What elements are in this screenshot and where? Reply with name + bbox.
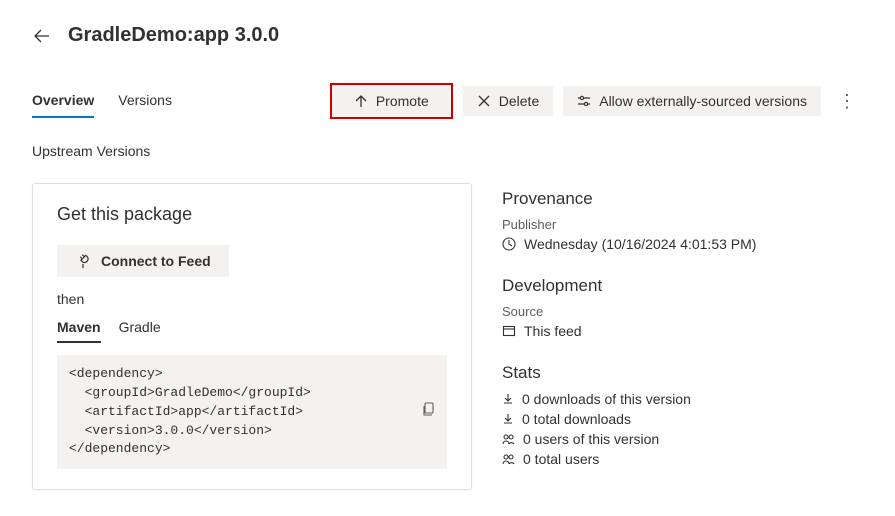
promote-button[interactable]: Promote — [330, 83, 453, 119]
tab-gradle[interactable]: Gradle — [119, 319, 161, 343]
promote-label: Promote — [376, 93, 429, 109]
copy-button[interactable] — [421, 363, 439, 381]
stats-item-downloads-version: 0 downloads of this version — [502, 391, 863, 407]
content-columns: Get this package Connect to Feed then Ma… — [32, 183, 863, 491]
source-label: Source — [502, 304, 863, 319]
stats-section: Stats 0 downloads of this version 0 tota… — [502, 363, 863, 467]
package-format-tabs: Maven Gradle — [57, 319, 447, 343]
provenance-title: Provenance — [502, 189, 863, 209]
dependency-code: <dependency> <groupId>GradleDemo</groupI… — [57, 355, 447, 469]
more-icon: ⋮ — [838, 91, 856, 112]
arrow-left-icon — [34, 28, 50, 44]
back-button[interactable] — [32, 26, 52, 46]
upstream-versions-heading: Upstream Versions — [32, 143, 863, 159]
close-icon — [477, 94, 491, 108]
plug-icon — [75, 253, 91, 269]
tab-versions[interactable]: Versions — [118, 84, 172, 118]
download-icon — [502, 393, 514, 405]
get-package-card: Get this package Connect to Feed then Ma… — [32, 183, 472, 490]
allow-external-label: Allow externally-sourced versions — [599, 93, 807, 109]
page-header: GradleDemo:app 3.0.0 — [32, 24, 863, 47]
stats-item-users-version: 0 users of this version — [502, 431, 863, 447]
development-section: Development Source This feed — [502, 276, 863, 339]
stats-item-users-total: 0 total users — [502, 451, 863, 467]
stats-list: 0 downloads of this version 0 total down… — [502, 391, 863, 467]
toolbar: Overview Versions Promote Delete — [32, 83, 863, 119]
more-button[interactable]: ⋮ — [831, 85, 863, 117]
delete-label: Delete — [499, 93, 539, 109]
tab-maven[interactable]: Maven — [57, 319, 101, 343]
stats-text: 0 total users — [523, 451, 599, 467]
feed-icon — [502, 324, 516, 338]
copy-icon — [421, 401, 437, 417]
connect-label: Connect to Feed — [101, 253, 211, 269]
provenance-section: Provenance Publisher Wednesday (10/16/20… — [502, 189, 863, 252]
stats-title: Stats — [502, 363, 863, 383]
stats-text: 0 downloads of this version — [522, 391, 691, 407]
source-text: This feed — [524, 323, 582, 339]
get-package-title: Get this package — [57, 204, 447, 225]
development-title: Development — [502, 276, 863, 296]
main-tabs: Overview Versions — [32, 84, 172, 118]
publish-date: Wednesday (10/16/2024 4:01:53 PM) — [524, 236, 756, 252]
allow-external-button[interactable]: Allow externally-sourced versions — [563, 86, 821, 116]
sliders-icon — [577, 94, 591, 108]
stats-text: 0 users of this version — [523, 431, 659, 447]
page-title: GradleDemo:app 3.0.0 — [68, 24, 279, 47]
side-panel: Provenance Publisher Wednesday (10/16/20… — [502, 183, 863, 491]
connect-to-feed-button[interactable]: Connect to Feed — [57, 245, 229, 277]
tab-overview[interactable]: Overview — [32, 84, 94, 118]
then-text: then — [57, 291, 447, 307]
source-value: This feed — [502, 323, 863, 339]
download-icon — [502, 413, 514, 425]
action-bar: Promote Delete Allow externally-sourced … — [330, 83, 863, 119]
publisher-label: Publisher — [502, 217, 863, 232]
delete-button[interactable]: Delete — [463, 86, 553, 116]
stats-text: 0 total downloads — [522, 411, 631, 427]
stats-item-downloads-total: 0 total downloads — [502, 411, 863, 427]
code-content: <dependency> <groupId>GradleDemo</groupI… — [69, 366, 311, 456]
publisher-value: Wednesday (10/16/2024 4:01:53 PM) — [502, 236, 863, 252]
arrow-up-icon — [354, 94, 368, 108]
users-icon — [502, 433, 515, 445]
users-icon — [502, 453, 515, 465]
clock-icon — [502, 237, 516, 251]
